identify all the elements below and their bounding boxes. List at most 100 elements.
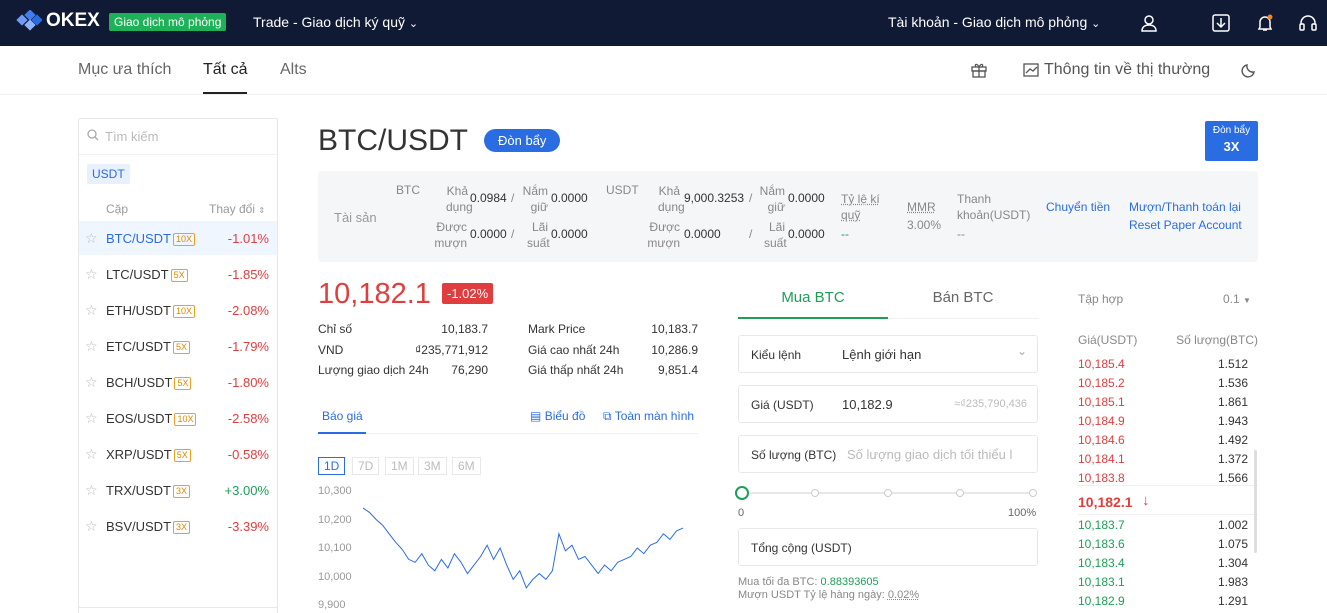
leverage-tag: 10X	[173, 305, 196, 318]
tab-favorites[interactable]: Mục ưa thích	[78, 61, 171, 79]
volume-24h-label: Lượng giao dịch 24h	[318, 363, 429, 377]
bids-quantity[interactable]: 1.002	[1180, 518, 1248, 532]
bids-quantity[interactable]: 1.304	[1180, 556, 1248, 570]
slider-step[interactable]	[811, 489, 819, 497]
pair-row-btc-usdt[interactable]: ☆ BTC/USDT 10X -1.01%	[79, 221, 277, 255]
column-change[interactable]: Thay đổi ⇕	[209, 202, 265, 216]
timeframe-1m[interactable]: 1M	[385, 457, 414, 475]
slider-step[interactable]	[884, 489, 892, 497]
bids-quantity[interactable]: 1.075	[1180, 537, 1248, 551]
star-icon[interactable]: ☆	[85, 302, 98, 319]
star-icon[interactable]: ☆	[85, 230, 98, 247]
moon-icon[interactable]	[1241, 62, 1257, 83]
star-icon[interactable]: ☆	[85, 410, 98, 427]
chevron-down-icon: ⌄	[1016, 344, 1027, 358]
tab-alts[interactable]: Alts	[280, 61, 307, 79]
okex-logo[interactable]: OKEX	[16, 10, 100, 32]
pair-name: ETH/USDT 10X	[106, 303, 196, 318]
slider-step[interactable]	[1029, 489, 1037, 497]
bids-price[interactable]: 10,182.9	[1078, 594, 1125, 608]
asks-price[interactable]: 10,183.8	[1078, 471, 1125, 485]
grouping-label: Tập hợp	[1078, 292, 1124, 306]
asks-quantity[interactable]: 1.861	[1180, 395, 1248, 409]
star-icon[interactable]: ☆	[85, 338, 98, 355]
pair-row-trx-usdt[interactable]: ☆ TRX/USDT 3X +3.00%	[79, 473, 277, 507]
order-type-value: Lệnh giới hạn	[842, 347, 922, 362]
order-type-select[interactable]: Kiểu lệnh Lệnh giới hạn ⌄	[738, 335, 1038, 373]
timeframe-3m[interactable]: 3M	[418, 457, 447, 475]
asks-price[interactable]: 10,185.4	[1078, 357, 1125, 371]
star-icon[interactable]: ☆	[85, 266, 98, 283]
pair-row-eos-usdt[interactable]: ☆ EOS/USDT 10X -2.58%	[79, 401, 277, 435]
asks-price[interactable]: 10,185.2	[1078, 376, 1125, 390]
gift-icon[interactable]	[971, 62, 987, 83]
bids-price[interactable]: 10,183.6	[1078, 537, 1125, 551]
slider-handle[interactable]	[735, 486, 749, 500]
transfer-link[interactable]: Chuyển tiền	[1046, 200, 1110, 214]
market-info-button[interactable]: Thông tin về thị thường	[1023, 61, 1210, 79]
asks-price[interactable]: 10,184.1	[1078, 452, 1125, 466]
asks-price[interactable]: 10,185.1	[1078, 395, 1125, 409]
orderbook-scrollbar[interactable]	[1254, 450, 1257, 553]
pair-row-etc-usdt[interactable]: ☆ ETC/USDT 5X -1.79%	[79, 329, 277, 363]
star-icon[interactable]: ☆	[85, 374, 98, 391]
asks-price[interactable]: 10,184.6	[1078, 433, 1125, 447]
quote-filter-usdt[interactable]: USDT	[87, 164, 130, 184]
user-icon[interactable]	[1138, 12, 1160, 34]
bids-price[interactable]: 10,183.4	[1078, 556, 1125, 570]
headset-icon[interactable]	[1297, 12, 1319, 34]
download-icon[interactable]	[1210, 12, 1232, 34]
asks-quantity[interactable]: 1.943	[1180, 414, 1248, 428]
star-icon[interactable]: ☆	[85, 518, 98, 535]
price-line-chart[interactable]	[360, 480, 700, 613]
asks-price[interactable]: 10,184.9	[1078, 414, 1125, 428]
quantity-input[interactable]: Số lượng (BTC) Số lượng giao dịch tối th…	[738, 435, 1038, 473]
bell-icon[interactable]	[1254, 12, 1276, 34]
leverage-selector[interactable]: Đòn bẩy 3X	[1205, 121, 1258, 161]
pair-row-bch-usdt[interactable]: ☆ BCH/USDT 5X -1.80%	[79, 365, 277, 399]
bids-price[interactable]: 10,183.1	[1078, 575, 1125, 589]
sell-tab[interactable]: Bán BTC	[888, 289, 1038, 306]
trade-menu[interactable]: Trade - Giao dịch ký quỹ ⌄	[253, 14, 418, 30]
slider-step[interactable]	[956, 489, 964, 497]
btc-borrowed-value: 0.0000	[470, 227, 507, 241]
tab-quote[interactable]: Báo giá	[322, 409, 363, 423]
asks-quantity[interactable]: 1.492	[1180, 433, 1248, 447]
chevron-down-icon: ⌄	[408, 18, 419, 30]
pair-row-ltc-usdt[interactable]: ☆ LTC/USDT 5X -1.85%	[79, 257, 277, 291]
borrow-repay-link[interactable]: Mượn/Thanh toán lại	[1129, 200, 1241, 214]
star-icon[interactable]: ☆	[85, 446, 98, 463]
timeframe-1d[interactable]: 1D	[318, 457, 346, 475]
timeframe-6m[interactable]: 6M	[452, 457, 481, 475]
grouping-select[interactable]: 0.1 ▼	[1223, 292, 1251, 306]
pair-row-eth-usdt[interactable]: ☆ ETH/USDT 10X -2.08%	[79, 293, 277, 327]
reset-paper-account-link[interactable]: Reset Paper Account	[1129, 218, 1242, 232]
bids-quantity[interactable]: 1.291	[1180, 594, 1248, 608]
price-input[interactable]: Giá (USDT) 10,182.9 ≈₫235,790,436	[738, 385, 1038, 423]
max-buy-label: Mua tối đa BTC:	[738, 576, 818, 588]
pair-name-text: ETH/USDT	[106, 303, 171, 318]
order-type-label: Kiểu lệnh	[751, 348, 802, 362]
total-input[interactable]: Tổng cộng (USDT)	[738, 528, 1038, 566]
active-tab-underline	[203, 92, 247, 94]
market-info-label: Thông tin về thị thường	[1044, 61, 1211, 78]
bids-price[interactable]: 10,183.7	[1078, 518, 1125, 532]
pair-row-bsv-usdt[interactable]: ☆ BSV/USDT 3X -3.39%	[79, 509, 277, 543]
asks-quantity[interactable]: 1.566	[1180, 471, 1248, 485]
usdt-avail-value: 9,000.3253	[684, 191, 745, 205]
asks-quantity[interactable]: 1.372	[1180, 452, 1248, 466]
asks-quantity[interactable]: 1.512	[1180, 357, 1248, 371]
leverage-button[interactable]: Đòn bẩy	[484, 129, 561, 152]
fullscreen-button[interactable]: ⧉ Toàn màn hình	[603, 409, 694, 424]
bids-quantity[interactable]: 1.983	[1180, 575, 1248, 589]
search-input[interactable]: Tìm kiếm	[79, 119, 277, 155]
usdt-frozen-value: 0.0000	[788, 191, 825, 205]
tab-chart[interactable]: ▤ Biểu đồ	[530, 409, 585, 423]
asks-quantity[interactable]: 1.536	[1180, 376, 1248, 390]
star-icon[interactable]: ☆	[85, 482, 98, 499]
account-menu[interactable]: Tài khoản - Giao dịch mô phỏng ⌄	[888, 14, 1100, 30]
buy-tab[interactable]: Mua BTC	[738, 289, 888, 306]
tab-all[interactable]: Tất cả	[203, 61, 247, 79]
timeframe-7d[interactable]: 7D	[352, 457, 380, 475]
pair-row-xrp-usdt[interactable]: ☆ XRP/USDT 5X -0.58%	[79, 437, 277, 471]
